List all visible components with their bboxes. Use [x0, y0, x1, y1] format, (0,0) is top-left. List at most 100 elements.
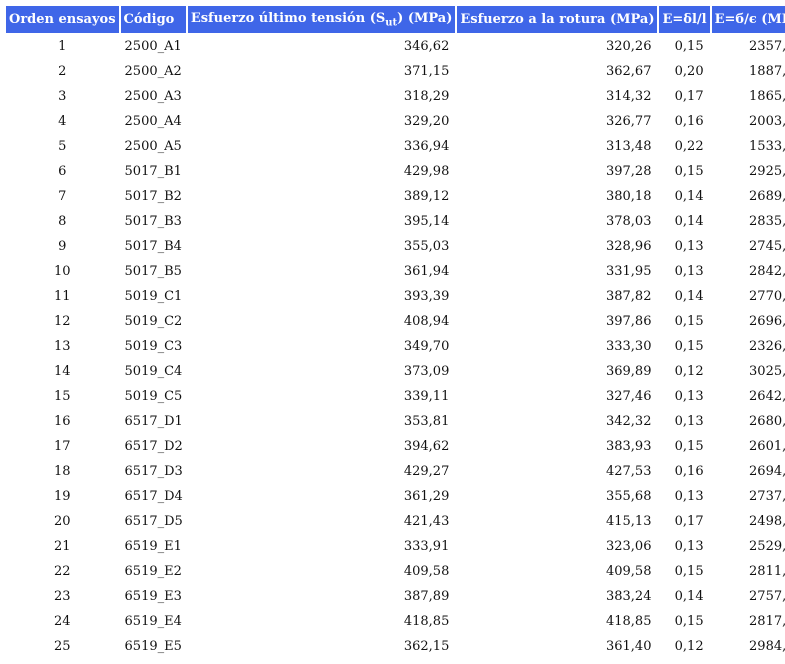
table-row: 8 5017_B3 395,14 378,03 0,14 2835,96	[6, 210, 785, 233]
cell-codigo: 2500_A5	[124, 139, 182, 154]
table-row: 9 5017_B4 355,03 328,96 0,13 2745,06	[6, 235, 785, 258]
results-table: Orden ensayos Código Esfuerzo último ten…	[4, 4, 785, 660]
cell-strain: 0,16	[674, 464, 704, 479]
cell-codigo: 5019_C1	[124, 289, 183, 304]
cell-strain: 0,12	[674, 364, 704, 379]
cell-codigo: 5019_C2	[124, 314, 183, 329]
cell-rotura: 328,96	[605, 239, 652, 254]
cell-rotura: 387,82	[605, 289, 652, 304]
table-row: 10 5017_B5 361,94 331,95 0,13 2842,48	[6, 260, 785, 283]
table-row: 15 5019_C5 339,11 327,46 0,13 2642,44	[6, 385, 785, 408]
table-row: 25 6519_E5 362,15 361,40 0,12 2984,76	[6, 635, 785, 658]
cell-sut: 346,62	[403, 39, 450, 54]
table-row: 24 6519_E4 418,85 418,85 0,15 2817,35	[6, 610, 785, 633]
cell-strain: 0,13	[674, 389, 704, 404]
cell-modulus: 2984,76	[749, 639, 785, 654]
cell-codigo: 6517_D5	[124, 514, 183, 529]
cell-rotura: 380,18	[605, 189, 652, 204]
cell-strain: 0,15	[674, 439, 704, 454]
cell-strain: 0,17	[674, 89, 704, 104]
cell-orden: 2	[58, 64, 67, 79]
cell-orden: 3	[58, 89, 67, 104]
cell-strain: 0,15	[674, 314, 704, 329]
header-strain: E=δl/l	[659, 6, 710, 33]
cell-codigo: 6517_D3	[124, 464, 183, 479]
cell-orden: 20	[53, 514, 71, 529]
cell-sut: 409,58	[403, 564, 450, 579]
cell-modulus: 2694,19	[749, 464, 785, 479]
table-row: 4 2500_A4 329,20 326,77 0,16 2003,26	[6, 110, 785, 133]
table-row: 20 6517_D5 421,43 415,13 0,17 2498,63	[6, 510, 785, 533]
cell-codigo: 2500_A2	[124, 64, 182, 79]
cell-strain: 0,13	[674, 414, 704, 429]
cell-modulus: 2817,35	[749, 614, 785, 629]
cell-sut: 389,12	[403, 189, 450, 204]
cell-rotura: 333,30	[605, 339, 652, 354]
table-row: 13 5019_C3 349,70 333,30 0,15 2326,15	[6, 335, 785, 358]
cell-sut: 408,94	[403, 314, 450, 329]
cell-orden: 22	[53, 564, 71, 579]
cell-codigo: 6519_E3	[124, 589, 182, 604]
cell-codigo: 6517_D2	[124, 439, 183, 454]
table-row: 3 2500_A3 318,29 314,32 0,17 1865,00	[6, 85, 785, 108]
cell-sut: 387,89	[403, 589, 450, 604]
cell-sut: 318,29	[403, 89, 450, 104]
cell-modulus: 2757,50	[749, 589, 785, 604]
cell-codigo: 6519_E1	[124, 539, 182, 554]
table-row: 17 6517_D2 394,62 383,93 0,15 2601,92	[6, 435, 785, 458]
cell-rotura: 327,46	[605, 389, 652, 404]
cell-orden: 24	[53, 614, 71, 629]
cell-orden: 21	[53, 539, 71, 554]
cell-strain: 0,13	[674, 489, 704, 504]
cell-sut: 371,15	[403, 64, 450, 79]
cell-codigo: 5019_C5	[124, 389, 183, 404]
cell-sut: 329,20	[403, 114, 450, 129]
cell-orden: 9	[58, 239, 67, 254]
header-sut: Esfuerzo último tensión (Sut) (MPa)	[187, 6, 456, 33]
cell-rotura: 397,86	[605, 314, 652, 329]
cell-orden: 17	[53, 439, 71, 454]
cell-strain: 0,15	[674, 164, 704, 179]
cell-strain: 0,13	[674, 264, 704, 279]
cell-orden: 5	[58, 139, 67, 154]
table-row: 19 6517_D4 361,29 355,68 0,13 2737,05	[6, 485, 785, 508]
cell-strain: 0,22	[674, 139, 704, 154]
header-modulus: E=б/ϵ (MPa)	[711, 6, 785, 33]
cell-modulus: 2811,76	[749, 564, 785, 579]
cell-rotura: 415,13	[605, 514, 652, 529]
header-sut-prefix: Esfuerzo último tensión (S	[190, 10, 386, 26]
cell-codigo: 6519_E2	[124, 564, 182, 579]
cell-codigo: 6519_E4	[124, 614, 182, 629]
cell-modulus: 2529,59	[749, 539, 785, 554]
cell-orden: 11	[53, 289, 71, 304]
cell-modulus: 2737,05	[749, 489, 785, 504]
cell-orden: 4	[58, 114, 67, 129]
cell-orden: 23	[53, 589, 71, 604]
cell-strain: 0,14	[674, 289, 704, 304]
cell-rotura: 355,68	[605, 489, 652, 504]
cell-strain: 0,13	[674, 539, 704, 554]
cell-modulus: 2680,37	[749, 414, 785, 429]
cell-rotura: 409,58	[605, 564, 652, 579]
cell-modulus: 2642,44	[749, 389, 785, 404]
cell-rotura: 383,24	[605, 589, 652, 604]
cell-rotura: 326,77	[605, 114, 652, 129]
cell-modulus: 2689,77	[749, 189, 785, 204]
cell-strain: 0,14	[674, 189, 704, 204]
cell-orden: 6	[58, 164, 67, 179]
header-sut-subscript: ut	[385, 17, 398, 29]
cell-strain: 0,17	[674, 514, 704, 529]
table-body: 1 2500_A1 346,62 320,26 0,15 2357,99 2 2500_A2 3…	[6, 35, 785, 658]
cell-codigo: 6517_D1	[124, 414, 183, 429]
table-row: 12 5019_C2 408,94 397,86 0,15 2696,32	[6, 310, 785, 333]
table-row: 1 2500_A1 346,62 320,26 0,15 2357,99	[6, 35, 785, 58]
cell-codigo: 6519_E5	[124, 639, 182, 654]
table-row: 23 6519_E3 387,89 383,24 0,14 2757,50	[6, 585, 785, 608]
cell-strain: 0,12	[674, 639, 704, 654]
cell-sut: 353,81	[403, 414, 450, 429]
cell-codigo: 2500_A4	[124, 114, 182, 129]
cell-modulus: 2498,63	[749, 514, 785, 529]
cell-modulus: 2357,99	[749, 39, 785, 54]
table-row: 21 6519_E1 333,91 323,06 0,13 2529,59	[6, 535, 785, 558]
table-row: 7 5017_B2 389,12 380,18 0,14 2689,77	[6, 185, 785, 208]
